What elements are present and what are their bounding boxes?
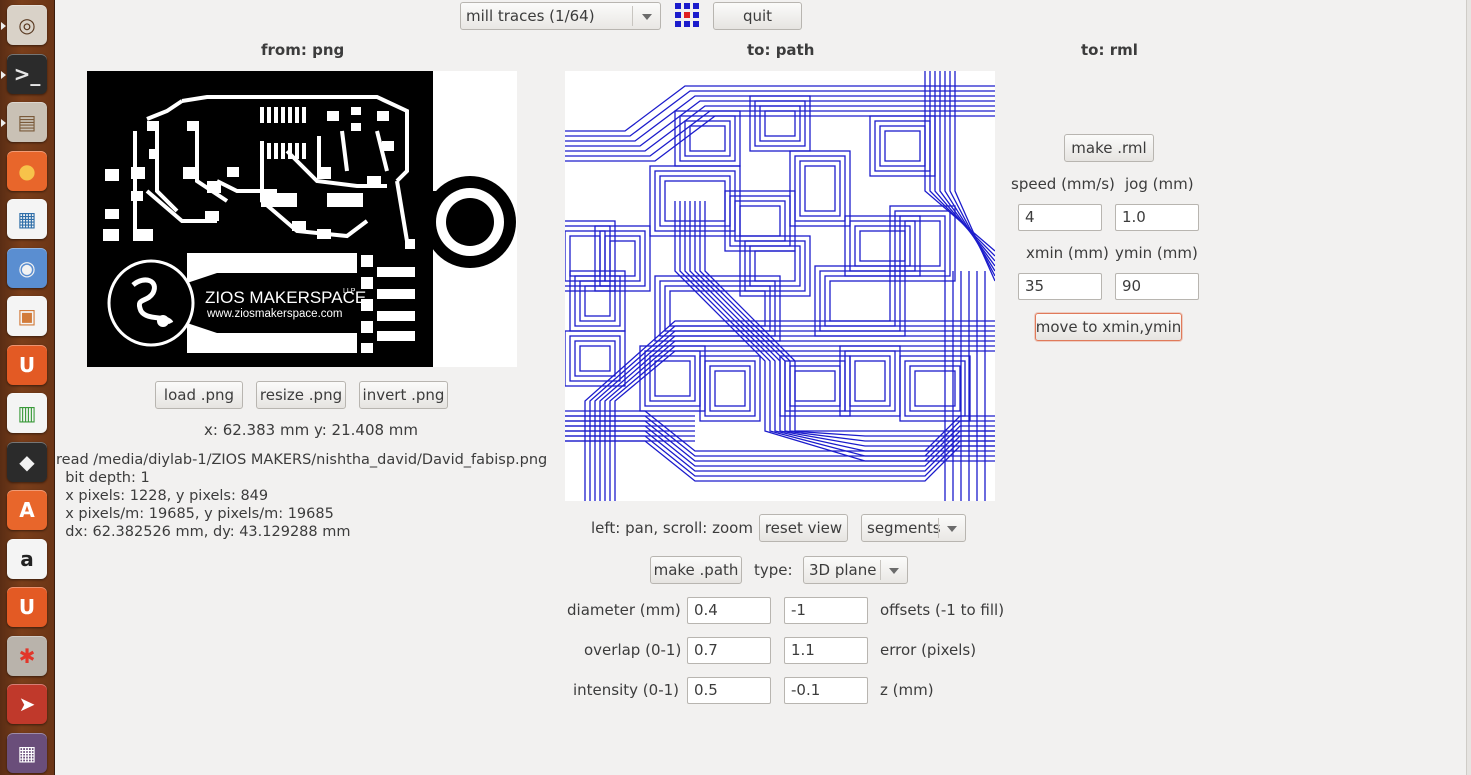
to-path-heading: to: path bbox=[747, 41, 815, 59]
chevron-down-icon bbox=[642, 14, 652, 20]
invert-png-button[interactable]: invert .png bbox=[359, 381, 448, 409]
cursor-coordinates: x: 62.383 mm y: 21.408 mm bbox=[204, 421, 419, 439]
writer-icon[interactable]: ▦ bbox=[7, 199, 47, 239]
type-select-value: 3D plane bbox=[809, 561, 877, 579]
files-icon[interactable]: ▤ bbox=[1, 102, 47, 142]
firefox-icon[interactable]: ● bbox=[7, 150, 47, 191]
ymin-input[interactable]: 90 bbox=[1115, 273, 1199, 300]
type-label: type: bbox=[754, 561, 793, 579]
calc-icon[interactable]: ▥ bbox=[7, 393, 47, 433]
path-canvas[interactable] bbox=[565, 71, 995, 501]
z-input[interactable]: -0.1 bbox=[784, 677, 868, 704]
load-png-button[interactable]: load .png bbox=[155, 381, 243, 409]
error-input[interactable]: 1.1 bbox=[784, 637, 868, 664]
offsets-label: offsets (-1 to fill) bbox=[880, 601, 1005, 619]
impress-icon[interactable]: ▣ bbox=[7, 296, 47, 336]
chevron-down-icon bbox=[947, 526, 957, 532]
view-mode-select[interactable]: segments bbox=[861, 514, 966, 542]
color-grid-icon bbox=[675, 3, 699, 27]
pan-zoom-hint: left: pan, scroll: zoom bbox=[591, 519, 753, 537]
ubuntu-one-icon[interactable]: U bbox=[7, 344, 47, 385]
make-path-button[interactable]: make .path bbox=[650, 556, 742, 584]
ymin-label: ymin (mm) bbox=[1115, 244, 1198, 262]
to-rml-heading: to: rml bbox=[1081, 41, 1138, 59]
jog-label: jog (mm) bbox=[1125, 175, 1194, 193]
board-url-text: www.ziosmakerspace.com bbox=[206, 308, 342, 320]
diameter-label: diameter (mm) bbox=[567, 601, 681, 619]
app-icon[interactable]: ➤ bbox=[7, 684, 47, 724]
error-label: error (pixels) bbox=[880, 641, 977, 659]
ubuntu-launcher: ◎ >_ ▤ ● ▦ ◉ ▣ U ▥ ◆ Aa U ✱ ➤ ▦ bbox=[0, 0, 55, 775]
system-settings-icon[interactable]: ✱ bbox=[7, 635, 47, 676]
jog-input[interactable]: 1.0 bbox=[1115, 204, 1199, 231]
png-info-line-2: bit depth: 1 bbox=[56, 470, 150, 486]
quit-button[interactable]: quit bbox=[713, 2, 802, 30]
png-preview: ZIOS MAKERSPACE LLP www.ziosmakerspace.c… bbox=[87, 71, 517, 367]
png-info-line-3: x pixels: 1228, y pixels: 849 bbox=[56, 488, 269, 504]
xmin-label: xmin (mm) bbox=[1026, 244, 1109, 262]
inkscape-icon[interactable]: ◆ bbox=[7, 441, 47, 482]
overlap-input[interactable]: 0.7 bbox=[687, 637, 771, 664]
from-png-heading: from: png bbox=[261, 41, 345, 59]
speed-label: speed (mm/s) bbox=[1011, 175, 1115, 193]
terminal-icon[interactable]: >_ bbox=[1, 53, 47, 94]
chevron-down-icon bbox=[889, 568, 899, 574]
offsets-input[interactable]: -1 bbox=[784, 597, 868, 624]
intensity-label: intensity (0-1) bbox=[573, 681, 680, 699]
make-rml-button[interactable]: make .rml bbox=[1064, 134, 1154, 162]
move-to-xmin-ymin-button[interactable]: move to xmin,ymin bbox=[1035, 313, 1182, 341]
amazon-icon[interactable]: a bbox=[7, 538, 47, 579]
chromium-icon[interactable]: ◉ bbox=[7, 247, 47, 288]
view-mode-value: segments bbox=[867, 519, 941, 537]
z-label: z (mm) bbox=[880, 681, 934, 699]
software-center-icon[interactable]: A bbox=[7, 490, 47, 530]
png-info-line-4: x pixels/m: 19685, y pixels/m: 19685 bbox=[56, 506, 334, 522]
window-border bbox=[1466, 0, 1471, 775]
toolpath-drawing bbox=[565, 71, 995, 501]
type-select[interactable]: 3D plane bbox=[803, 556, 908, 584]
pcb-image: ZIOS MAKERSPACE LLP www.ziosmakerspace.c… bbox=[87, 71, 516, 367]
png-info-line-1: read /media/diylab-1/ZIOS MAKERS/nishtha… bbox=[56, 452, 548, 468]
mode-select[interactable]: mill traces (1/64) bbox=[460, 2, 661, 30]
png-info-line-5: dx: 62.382526 mm, dy: 43.129288 mm bbox=[56, 524, 351, 540]
intensity-input[interactable]: 0.5 bbox=[687, 677, 771, 704]
workspace-switcher-icon[interactable]: ▦ bbox=[7, 732, 47, 773]
ubuntu-dash-icon[interactable]: ◎ bbox=[1, 5, 47, 45]
ubuntu-one-music-icon[interactable]: U bbox=[7, 587, 47, 627]
overlap-label: overlap (0-1) bbox=[584, 641, 682, 659]
mode-select-value: mill traces (1/64) bbox=[466, 7, 595, 25]
resize-png-button[interactable]: resize .png bbox=[256, 381, 346, 409]
xmin-input[interactable]: 35 bbox=[1018, 273, 1102, 300]
diameter-input[interactable]: 0.4 bbox=[687, 597, 771, 624]
board-llp-text: LLP bbox=[343, 288, 356, 295]
reset-view-button[interactable]: reset view bbox=[759, 514, 848, 542]
speed-input[interactable]: 4 bbox=[1018, 204, 1102, 231]
